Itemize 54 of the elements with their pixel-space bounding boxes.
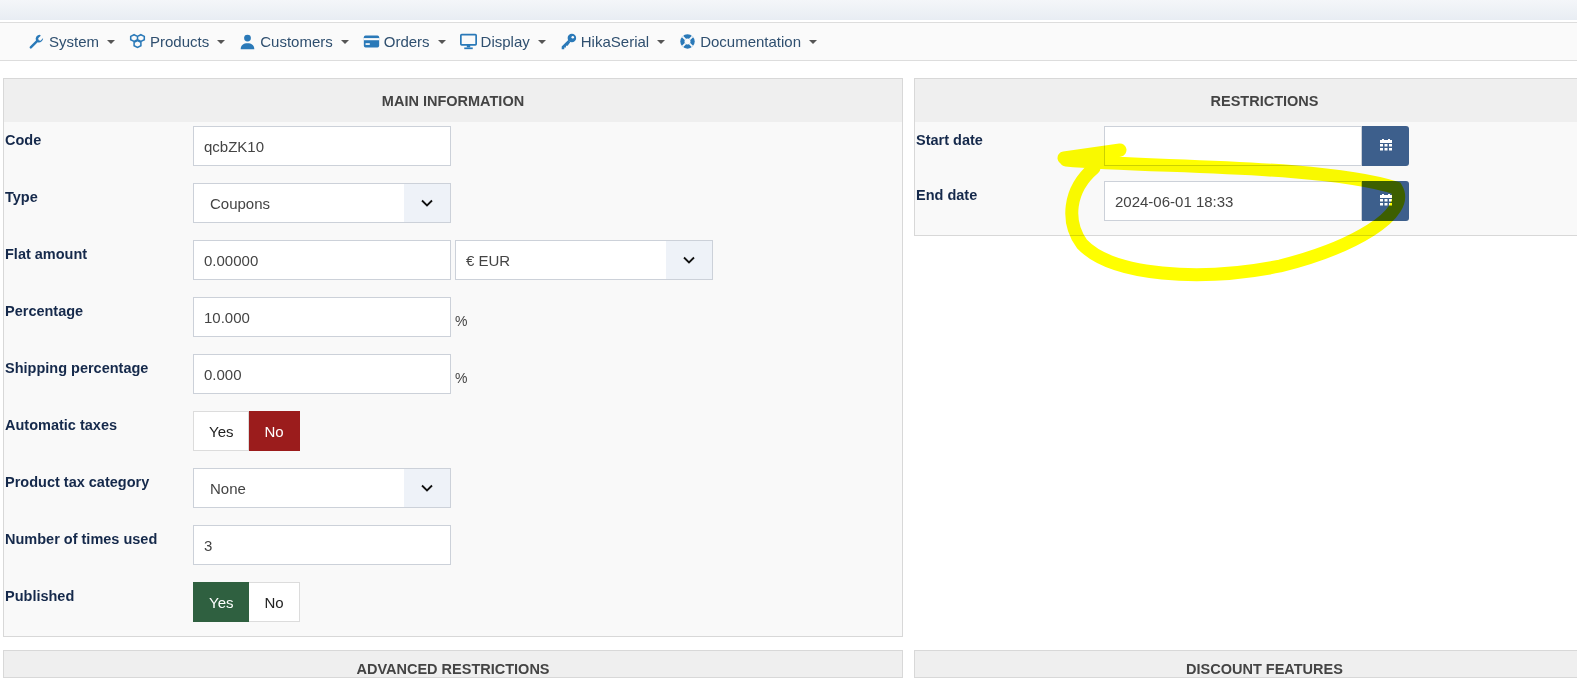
menu-item[interactable]: Orders bbox=[362, 33, 450, 50]
menu-item[interactable]: Documentation bbox=[679, 33, 822, 50]
caret-icon bbox=[537, 39, 546, 44]
unit-label: % bbox=[455, 313, 468, 331]
menu-item[interactable]: Products bbox=[129, 33, 230, 50]
key-icon bbox=[559, 33, 577, 50]
menu-item[interactable]: Display bbox=[459, 33, 550, 50]
caret-icon bbox=[217, 39, 226, 44]
currency-select[interactable]: € EUR bbox=[455, 240, 713, 280]
credit-card-icon bbox=[362, 33, 380, 50]
cubes-icon bbox=[129, 33, 146, 50]
panel-title: DISCOUNT FEATURES bbox=[1186, 661, 1343, 677]
lifebuoy-icon bbox=[679, 33, 697, 50]
field-label: Flat amount bbox=[4, 245, 89, 262]
unit-label: % bbox=[455, 370, 468, 388]
field-label: End date bbox=[915, 186, 979, 203]
field-label: Type bbox=[4, 188, 39, 205]
caret-icon bbox=[107, 39, 115, 44]
menu-item[interactable]: Customers bbox=[239, 33, 353, 50]
field-label: Number of times used bbox=[4, 530, 159, 547]
toggle-option[interactable]: No bbox=[249, 411, 300, 451]
toggle-option[interactable]: Yes bbox=[193, 582, 250, 622]
field-label: Code bbox=[4, 131, 43, 148]
calendar-icon bbox=[1378, 139, 1393, 153]
toggle-option[interactable]: No bbox=[249, 582, 300, 622]
panel-title: ADVANCED RESTRICTIONS bbox=[356, 661, 550, 677]
select-field[interactable]: None bbox=[193, 468, 451, 508]
input-field[interactable]: 3 bbox=[193, 525, 451, 565]
field-label: Shipping percentage bbox=[4, 359, 150, 376]
caret-icon bbox=[809, 39, 818, 44]
user-icon bbox=[239, 33, 257, 50]
input-field[interactable]: 10.000 bbox=[193, 297, 451, 337]
calendar-icon bbox=[1378, 194, 1393, 208]
caret-icon bbox=[437, 39, 446, 44]
field-label: Product tax category bbox=[4, 473, 151, 490]
panel-title: RESTRICTIONS bbox=[1210, 92, 1319, 109]
panel-title: MAIN INFORMATION bbox=[381, 92, 525, 109]
input-field[interactable]: 0.00000 bbox=[193, 240, 451, 280]
menu-item[interactable]: System bbox=[28, 33, 119, 50]
field-label: Published bbox=[4, 587, 76, 604]
caret-icon bbox=[340, 39, 349, 44]
calendar-button[interactable] bbox=[1362, 126, 1409, 166]
toggle-option[interactable]: Yes bbox=[193, 411, 250, 451]
caret-icon bbox=[657, 39, 666, 44]
menu-item[interactable]: HikaSerial bbox=[559, 33, 670, 50]
input-field[interactable]: 2024-06-01 18:33 bbox=[1104, 181, 1362, 221]
field-label: Automatic taxes bbox=[4, 416, 118, 433]
field-label: Percentage bbox=[4, 302, 85, 319]
select-field[interactable]: Coupons bbox=[193, 183, 451, 223]
input-field[interactable]: 0.000 bbox=[193, 354, 451, 394]
input-field[interactable]: qcbZK10 bbox=[193, 126, 451, 166]
wrench-icon bbox=[28, 33, 45, 50]
field-label: Start date bbox=[915, 131, 984, 148]
monitor-icon bbox=[459, 33, 477, 50]
